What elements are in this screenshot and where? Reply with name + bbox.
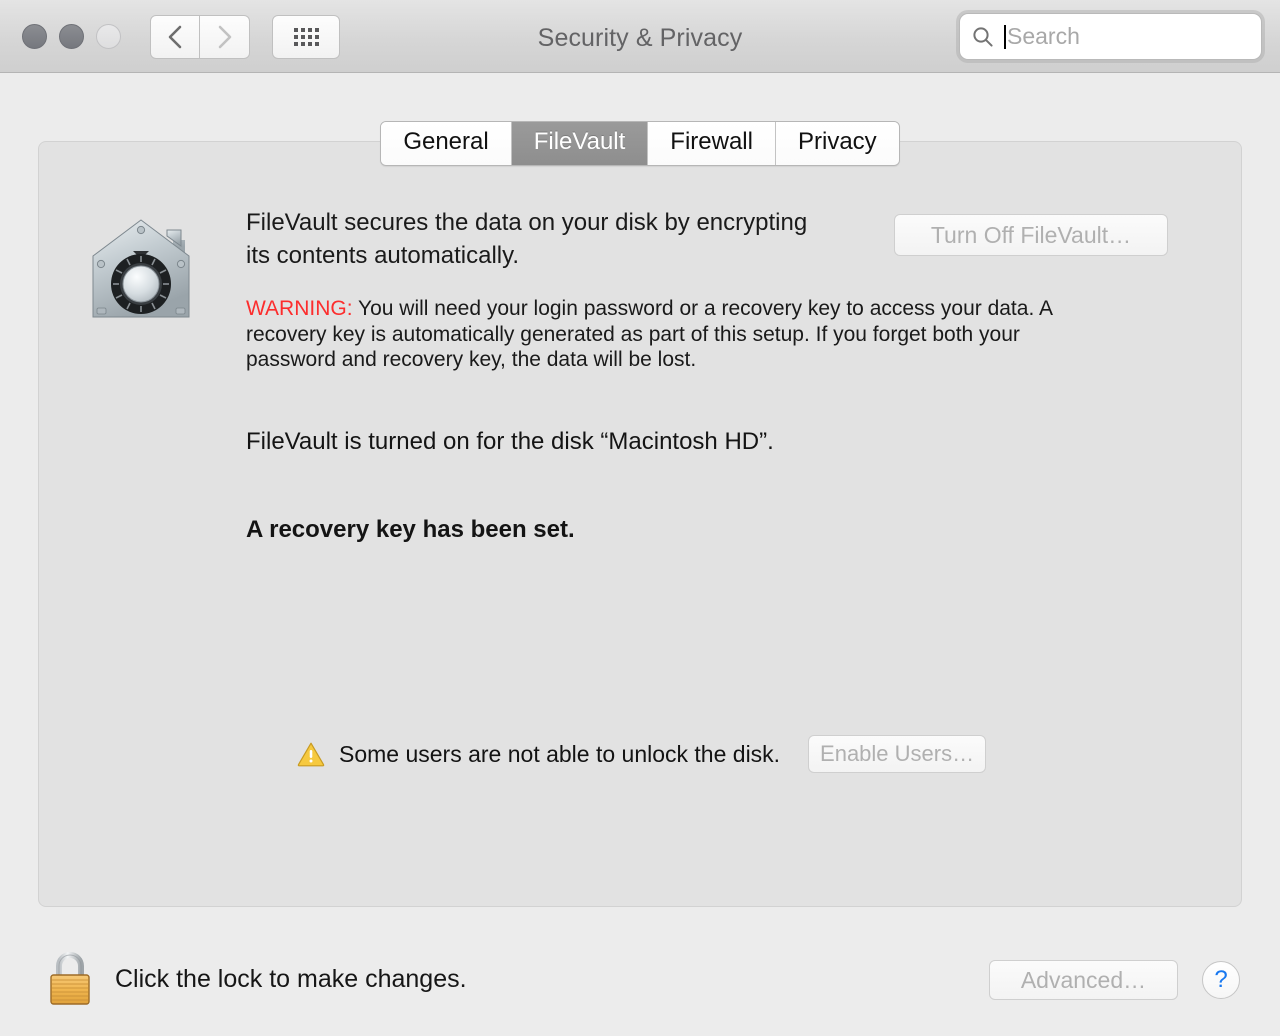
lock-instruction-text: Click the lock to make changes. bbox=[115, 965, 467, 993]
warning-label: WARNING: bbox=[246, 297, 353, 321]
tab-firewall[interactable]: Firewall bbox=[648, 122, 776, 165]
filevault-text-column: FileVault secures the data on your disk … bbox=[246, 206, 1146, 544]
tab-filevault[interactable]: FileVault bbox=[511, 122, 649, 165]
search-placeholder: Search bbox=[1007, 23, 1080, 49]
warning-body: You will need your login password or a r… bbox=[246, 297, 1052, 372]
filevault-intro-text: FileVault secures the data on your disk … bbox=[246, 209, 808, 270]
users-warning-row: Some users are not able to unlock the di… bbox=[297, 735, 987, 773]
warning-triangle-icon bbox=[297, 742, 325, 767]
recovery-key-status: A recovery key has been set. bbox=[246, 516, 575, 544]
search-caret bbox=[1004, 24, 1006, 49]
enable-users-button[interactable]: Enable Users… bbox=[808, 735, 987, 773]
users-warning-text: Some users are not able to unlock the di… bbox=[339, 740, 781, 767]
tab-general[interactable]: General bbox=[381, 122, 512, 165]
advanced-button[interactable]: Advanced… bbox=[989, 960, 1178, 1000]
search-field[interactable]: Search bbox=[959, 13, 1262, 60]
filevault-status-line: FileVault is turned on for the disk “Mac… bbox=[246, 428, 774, 456]
filevault-panel: FileVault secures the data on your disk … bbox=[38, 141, 1242, 907]
turn-off-filevault-button[interactable]: Turn Off FileVault… bbox=[894, 214, 1168, 256]
window-titlebar: Security & Privacy Search bbox=[0, 0, 1280, 73]
tab-privacy[interactable]: Privacy bbox=[775, 122, 899, 165]
tab-bar: General FileVault Firewall Privacy bbox=[0, 121, 1280, 166]
search-icon bbox=[973, 26, 993, 47]
help-button[interactable]: ? bbox=[1202, 961, 1240, 999]
lock-closed-icon[interactable] bbox=[45, 951, 95, 1007]
filevault-warning-paragraph: WARNING: You will need your login passwo… bbox=[246, 296, 1114, 373]
filevault-vault-icon bbox=[92, 219, 190, 318]
